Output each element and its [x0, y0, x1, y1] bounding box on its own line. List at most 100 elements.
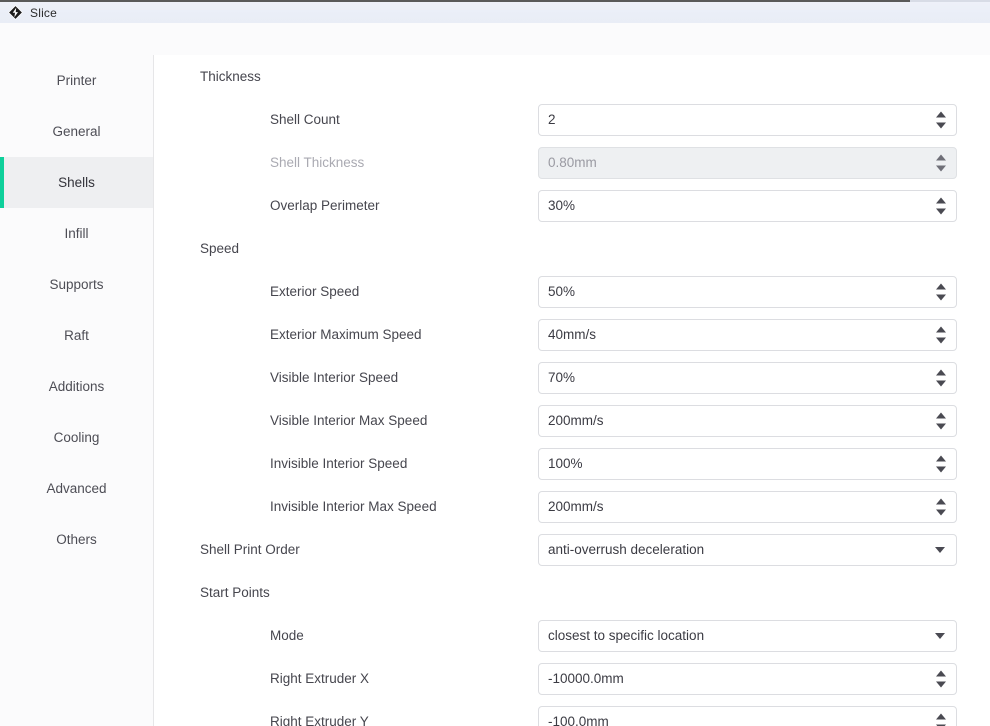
chevron-up-icon[interactable] [935, 111, 946, 117]
spinner-input-visible-interior-max-speed[interactable]: 200mm/s [538, 404, 957, 437]
sidebar-item-label: Additions [48, 379, 105, 394]
chevron-up-icon[interactable] [935, 283, 946, 289]
sidebar-item-label: Supports [49, 277, 104, 292]
setting-row-overlap-perimeter: Overlap Perimeter 30% [154, 184, 990, 227]
setting-row-mode: Mode closest to specific location [154, 614, 990, 657]
chevron-up-icon[interactable] [935, 326, 946, 332]
sidebar-item-infill[interactable]: Infill [0, 208, 153, 259]
spinner-arrows[interactable] [935, 713, 946, 726]
setting-row-visible-interior-max-speed: Visible Interior Max Speed 200mm/s [154, 399, 990, 442]
spinner-arrows [935, 154, 946, 171]
spinner-arrows[interactable] [935, 326, 946, 343]
chevron-up-icon[interactable] [935, 713, 946, 719]
field-value: -100.0mm [548, 714, 609, 726]
setting-label: Visible Interior Max Speed [270, 413, 428, 428]
chevron-up-icon[interactable] [935, 197, 946, 203]
section-heading: Start Points [200, 585, 270, 600]
setting-label: Mode [270, 628, 304, 643]
section-heading: Thickness [200, 69, 261, 84]
setting-row-visible-interior-speed: Visible Interior Speed 70% [154, 356, 990, 399]
spinner-arrows[interactable] [935, 283, 946, 300]
field-value: 2 [548, 112, 556, 127]
chevron-up-icon[interactable] [935, 369, 946, 375]
setting-label: Exterior Maximum Speed [270, 327, 422, 342]
chevron-down-icon[interactable] [935, 337, 946, 343]
sidebar-item-label: Infill [64, 226, 89, 241]
spinner-arrows[interactable] [935, 455, 946, 472]
sidebar-item-general[interactable]: General [0, 106, 153, 157]
sidebar-item-raft[interactable]: Raft [0, 310, 153, 361]
spinner-input-overlap-perimeter[interactable]: 30% [538, 189, 957, 222]
spinner-arrows[interactable] [935, 412, 946, 429]
settings-content-panel: Thickness Shell Count 2 Shell Thickness 0.80… [154, 55, 990, 726]
spinner-input-right-extruder-x[interactable]: -10000.0mm [538, 662, 957, 695]
title-bar: Slice [0, 0, 990, 23]
sidebar-item-label: Cooling [53, 430, 100, 445]
field-value: 70% [548, 370, 576, 385]
setting-row-right-extruder-x: Right Extruder X -10000.0mm [154, 657, 990, 700]
chevron-up-icon[interactable] [935, 412, 946, 418]
sidebar-item-additions[interactable]: Additions [0, 361, 153, 412]
spinner-arrows[interactable] [935, 197, 946, 214]
field-value: 30% [548, 198, 576, 213]
chevron-down-icon[interactable] [935, 546, 945, 553]
field-value: 200mm/s [548, 413, 604, 428]
setting-row-invisible-interior-max-speed: Invisible Interior Max Speed 200mm/s [154, 485, 990, 528]
chevron-down-icon[interactable] [935, 208, 946, 214]
sidebar-item-advanced[interactable]: Advanced [0, 463, 153, 514]
sidebar-item-label: General [52, 124, 101, 139]
setting-label: Invisible Interior Max Speed [270, 499, 437, 514]
chevron-down-icon[interactable] [935, 681, 946, 687]
spinner-input-right-extruder-y[interactable]: -100.0mm [538, 705, 957, 726]
spinner-arrows[interactable] [935, 369, 946, 386]
spinner-input-visible-interior-speed[interactable]: 70% [538, 361, 957, 394]
sidebar-item-supports[interactable]: Supports [0, 259, 153, 310]
spinner-input-invisible-interior-max-speed[interactable]: 200mm/s [538, 490, 957, 523]
setting-row-shell-thickness: Shell Thickness 0.80mm [154, 141, 990, 184]
spinner-arrows[interactable] [935, 670, 946, 687]
sidebar-item-shells[interactable]: Shells [0, 157, 153, 208]
spinner-arrows[interactable] [935, 111, 946, 128]
spinner-input-shell-thickness: 0.80mm [538, 146, 957, 179]
setting-label: Invisible Interior Speed [270, 456, 408, 471]
chevron-down-icon[interactable] [935, 423, 946, 429]
chevron-up-icon[interactable] [935, 455, 946, 461]
content-scrollbar-track[interactable] [960, 83, 970, 726]
spinner-input-invisible-interior-speed[interactable]: 100% [538, 447, 957, 480]
field-value: 0.80mm [548, 155, 597, 170]
spinner-input-exterior-speed[interactable]: 50% [538, 275, 957, 308]
slice-diamond-logo-icon [8, 5, 23, 20]
sidebar-item-label: Raft [64, 328, 89, 343]
chevron-up-icon[interactable] [935, 670, 946, 676]
settings-category-sidebar: Printer General Shells Infill Supports Raft Ad… [0, 55, 153, 726]
sidebar-item-label: Printer [56, 73, 97, 88]
setting-row-shell-print-order: Shell Print Order anti-overrush decelerat… [154, 528, 990, 571]
chevron-down-icon[interactable] [935, 466, 946, 472]
field-value: anti-overrush deceleration [548, 542, 705, 557]
chevron-up-icon [935, 154, 946, 160]
section-heading: Speed [200, 241, 240, 256]
settings-rows: Thickness Shell Count 2 Shell Thickness 0.80… [154, 55, 990, 726]
setting-label: Overlap Perimeter [270, 198, 380, 213]
spinner-input-shell-count[interactable]: 2 [538, 103, 957, 136]
select-shell-print-order[interactable]: anti-overrush deceleration [538, 533, 957, 566]
sidebar-item-others[interactable]: Others [0, 514, 153, 565]
sidebar-item-label: Shells [58, 175, 95, 190]
chevron-down-icon[interactable] [935, 632, 945, 639]
chevron-down-icon[interactable] [935, 294, 946, 300]
spinner-input-exterior-maximum-speed[interactable]: 40mm/s [538, 318, 957, 351]
chevron-down-icon[interactable] [935, 122, 946, 128]
chevron-down-icon[interactable] [935, 509, 946, 515]
sidebar-item-cooling[interactable]: Cooling [0, 412, 153, 463]
field-value: closest to specific location [548, 628, 705, 643]
spinner-arrows[interactable] [935, 498, 946, 515]
setting-row-invisible-interior-speed: Invisible Interior Speed 100% [154, 442, 990, 485]
setting-row-speed: Speed [154, 227, 990, 270]
chevron-down-icon[interactable] [935, 380, 946, 386]
select-mode[interactable]: closest to specific location [538, 619, 957, 652]
sidebar-item-label: Others [56, 532, 97, 547]
field-value: 40mm/s [548, 327, 597, 342]
sidebar-item-printer[interactable]: Printer [0, 55, 153, 106]
chevron-up-icon[interactable] [935, 498, 946, 504]
setting-row-thickness: Thickness [154, 55, 990, 98]
